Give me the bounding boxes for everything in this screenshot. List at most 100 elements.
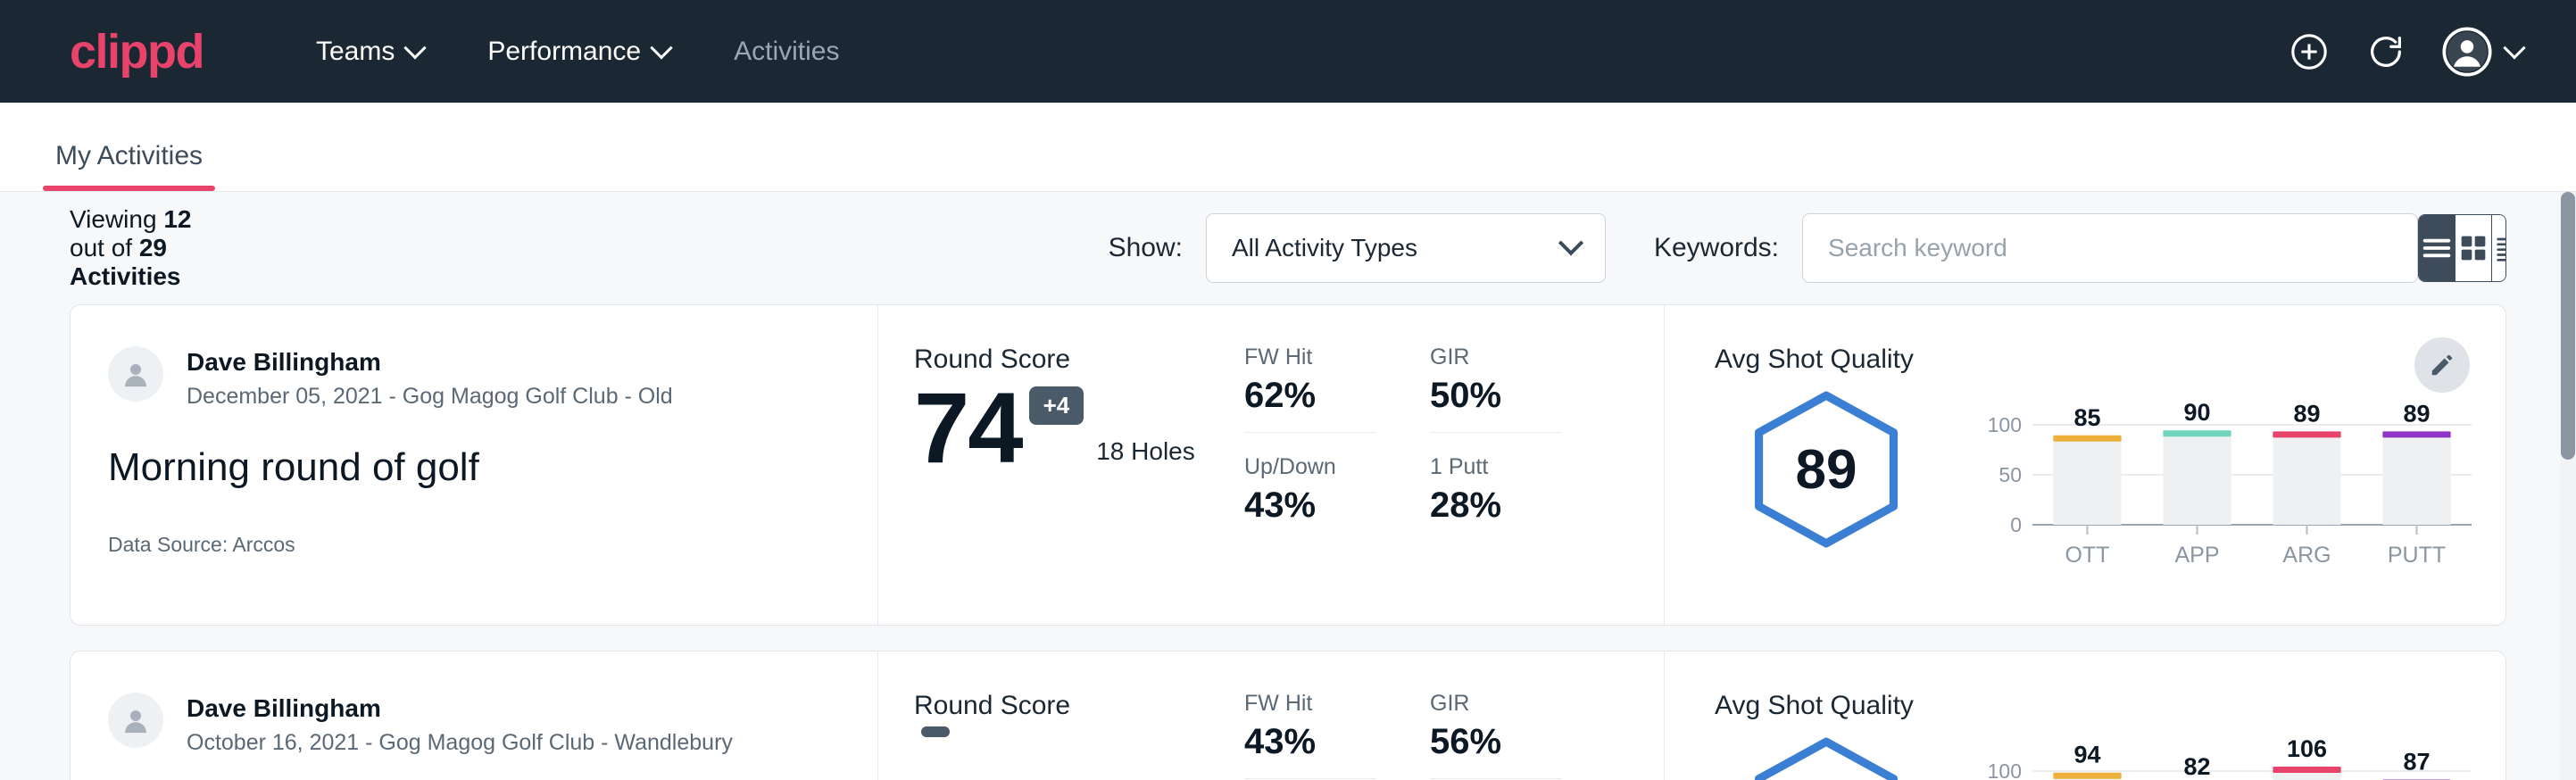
- stats-grid: FW Hit 62% GIR 50% Up/Down 43% 1 Putt 28…: [1244, 305, 1664, 625]
- round-score-label: Round Score: [914, 344, 1244, 375]
- nav-item-performance[interactable]: Performance: [455, 37, 702, 67]
- avatar: [108, 346, 163, 402]
- stat-fw-hit: FW Hit 62%: [1244, 344, 1376, 433]
- svg-text:89: 89: [2403, 400, 2430, 427]
- viewing-summary: Viewing 12 out of 29 Activities: [70, 205, 216, 291]
- stat-label: Up/Down: [1244, 454, 1376, 480]
- edit-activity-button[interactable]: [2414, 337, 2470, 393]
- svg-text:100: 100: [1988, 413, 2022, 436]
- add-circle-icon[interactable]: [2289, 31, 2330, 72]
- stat-label: GIR: [1430, 691, 1562, 717]
- svg-text:PUTT: PUTT: [2388, 543, 2446, 568]
- activity-type-value: All Activity Types: [1232, 234, 1417, 262]
- nav-item-label: Activities: [734, 37, 839, 67]
- player-row: Dave Billingham December 05, 2021 - Gog …: [108, 346, 877, 410]
- activity-meta: December 05, 2021 - Gog Magog Golf Club …: [187, 384, 673, 410]
- svg-text:82: 82: [2183, 753, 2210, 780]
- score-badge: [921, 726, 950, 737]
- filter-bar: Viewing 12 out of 29 Activities Show: Al…: [70, 192, 2506, 304]
- avg-shot-quality-block: Avg Shot Quality 89 05010085OTT90APP89AR…: [1664, 305, 2505, 625]
- stat-gir: GIR 56%: [1430, 691, 1562, 779]
- search-input[interactable]: [1802, 213, 2418, 283]
- viewing-mid: out of: [70, 234, 132, 261]
- activity-card[interactable]: Dave Billingham October 16, 2021 - Gog M…: [70, 651, 2506, 780]
- nav-actions: [2289, 27, 2522, 77]
- show-label: Show:: [1109, 233, 1183, 263]
- stat-label: FW Hit: [1244, 691, 1376, 717]
- avg-shot-quality-label: Avg Shot Quality: [1715, 344, 2505, 375]
- list-view-button[interactable]: [2419, 215, 2456, 281]
- round-score-block: Round Score 74 +4 18 Holes: [878, 305, 1244, 625]
- chevron-down-icon: [2503, 37, 2525, 59]
- activity-summary: Dave Billingham October 16, 2021 - Gog M…: [71, 651, 878, 780]
- compact-view-button[interactable]: [2492, 215, 2506, 281]
- viewing-count: 12: [163, 205, 191, 233]
- player-name: Dave Billingham: [187, 693, 733, 724]
- quality-hexagon: 89: [1715, 380, 1938, 552]
- stat-value: 62%: [1244, 376, 1376, 416]
- shot-quality-chart: 05010085OTT90APP89ARG89PUTT: [1977, 380, 2477, 571]
- avatar: [108, 693, 163, 748]
- tab-label: My Activities: [55, 141, 203, 170]
- activity-card[interactable]: Dave Billingham December 05, 2021 - Gog …: [70, 304, 2506, 626]
- round-score-block: Round Score: [878, 651, 1244, 780]
- nav-item-teams[interactable]: Teams: [284, 37, 455, 67]
- refresh-icon[interactable]: [2365, 31, 2406, 72]
- chevron-down-icon: [404, 37, 427, 59]
- keywords-label: Keywords:: [1654, 233, 1779, 263]
- main-content: Viewing 12 out of 29 Activities Show: Al…: [0, 192, 2576, 780]
- svg-text:OTT: OTT: [2065, 543, 2110, 568]
- svg-text:106: 106: [2287, 739, 2327, 762]
- stat-value: 43%: [1244, 722, 1376, 762]
- view-mode-toggle: [2418, 214, 2506, 282]
- avg-shot-quality-block: Avg Shot Quality 05010094OTT82APP106ARG8…: [1664, 651, 2505, 780]
- quality-score: 89: [1796, 438, 1857, 502]
- tab-bar: My Activities: [0, 103, 2576, 192]
- svg-text:85: 85: [2073, 404, 2100, 431]
- stat-fw-hit: FW Hit 43%: [1244, 691, 1376, 779]
- round-score-value: 74: [914, 380, 1022, 477]
- player-name: Dave Billingham: [187, 346, 673, 378]
- activity-title: Morning round of golf: [108, 445, 877, 490]
- stat-up-down: Up/Down 43%: [1244, 433, 1376, 526]
- svg-text:90: 90: [2183, 399, 2210, 426]
- viewing-prefix: Viewing: [70, 205, 157, 233]
- stat-label: GIR: [1430, 344, 1562, 370]
- grid-view-button[interactable]: [2456, 215, 2492, 281]
- quality-hexagon: [1715, 726, 1938, 780]
- stat-one-putt: 1 Putt 28%: [1430, 433, 1562, 526]
- data-source: Data Source: Arccos: [108, 533, 877, 557]
- chevron-down-icon: [650, 37, 672, 59]
- tab-my-activities[interactable]: My Activities: [43, 141, 215, 191]
- shot-quality-chart: 05010094OTT82APP106ARG87PUTT: [1977, 726, 2477, 780]
- stats-grid: FW Hit 43% GIR 56%: [1244, 651, 1664, 780]
- svg-text:100: 100: [1988, 759, 2022, 780]
- account-avatar[interactable]: [2442, 27, 2522, 77]
- stat-value: 56%: [1430, 722, 1562, 762]
- svg-text:89: 89: [2293, 400, 2320, 427]
- activity-type-select[interactable]: All Activity Types: [1206, 213, 1606, 283]
- svg-text:87: 87: [2403, 749, 2430, 776]
- nav-item-activities[interactable]: Activities: [702, 37, 871, 67]
- svg-text:ARG: ARG: [2282, 543, 2331, 568]
- activity-summary: Dave Billingham December 05, 2021 - Gog …: [71, 305, 878, 625]
- top-navbar: clippd Teams Performance Activities: [0, 0, 2576, 103]
- app-logo[interactable]: clippd: [70, 28, 204, 76]
- stat-value: 43%: [1244, 485, 1376, 526]
- stat-gir: GIR 50%: [1430, 344, 1562, 433]
- stat-value: 50%: [1430, 376, 1562, 416]
- avg-shot-quality-label: Avg Shot Quality: [1715, 691, 2505, 721]
- player-row: Dave Billingham October 16, 2021 - Gog M…: [108, 693, 877, 756]
- nav-item-label: Teams: [316, 37, 395, 67]
- stat-value: 28%: [1430, 485, 1562, 526]
- scrollbar-thumb[interactable]: [2561, 192, 2575, 460]
- svg-text:94: 94: [2073, 742, 2100, 768]
- activity-meta: October 16, 2021 - Gog Magog Golf Club -…: [187, 730, 733, 756]
- stat-label: FW Hit: [1244, 344, 1376, 370]
- score-badge: +4: [1029, 386, 1084, 425]
- svg-text:APP: APP: [2174, 543, 2219, 568]
- holes-count: 18 Holes: [1096, 437, 1195, 466]
- page-scrollbar[interactable]: [2560, 192, 2576, 780]
- stat-label: 1 Putt: [1430, 454, 1562, 480]
- primary-nav: Teams Performance Activities: [284, 37, 871, 67]
